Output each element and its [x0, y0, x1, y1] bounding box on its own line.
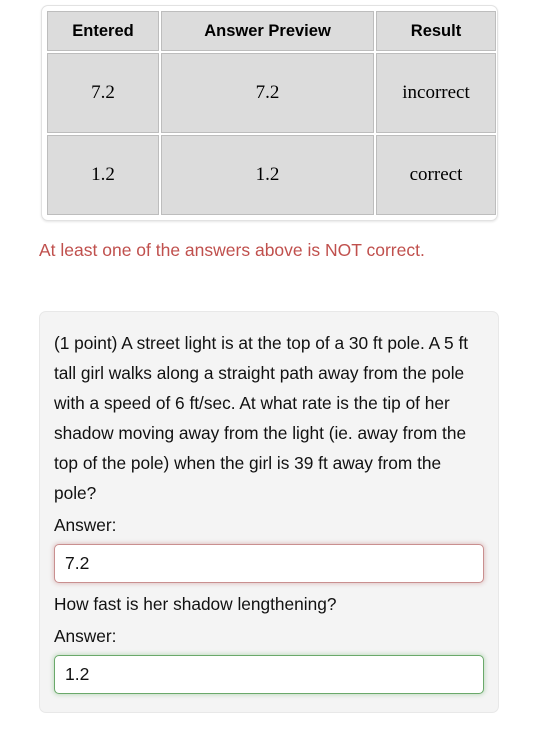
- results-table: Entered Answer Preview Result 7.2 7.2 in…: [45, 9, 498, 217]
- answer-label-2: Answer:: [54, 626, 117, 646]
- followup-question: How fast is her shadow lengthening?: [54, 594, 337, 614]
- column-header-result: Result: [376, 11, 496, 51]
- warning-message: At least one of the answers above is NOT…: [39, 240, 425, 260]
- cell-entered: 1.2: [47, 135, 159, 215]
- cell-answer-preview: 7.2: [161, 53, 374, 133]
- cell-entered: 7.2: [47, 53, 159, 133]
- table-row: 7.2 7.2 incorrect: [47, 53, 496, 133]
- column-header-entered: Entered: [47, 11, 159, 51]
- problem-statement: (1 point) A street light is at the top o…: [54, 333, 469, 503]
- status-badge: correct: [376, 135, 496, 215]
- answer-label-1: Answer:: [54, 515, 117, 535]
- table-header-row: Entered Answer Preview Result: [47, 11, 496, 51]
- column-header-answer-preview: Answer Preview: [161, 11, 374, 51]
- cell-answer-preview: 1.2: [161, 135, 374, 215]
- answer-input-1[interactable]: [54, 544, 484, 583]
- answer-input-2[interactable]: [54, 655, 484, 694]
- results-table-container: Entered Answer Preview Result 7.2 7.2 in…: [41, 5, 498, 221]
- table-row: 1.2 1.2 correct: [47, 135, 496, 215]
- problem-card: (1 point) A street light is at the top o…: [39, 311, 499, 713]
- status-badge: incorrect: [376, 53, 496, 133]
